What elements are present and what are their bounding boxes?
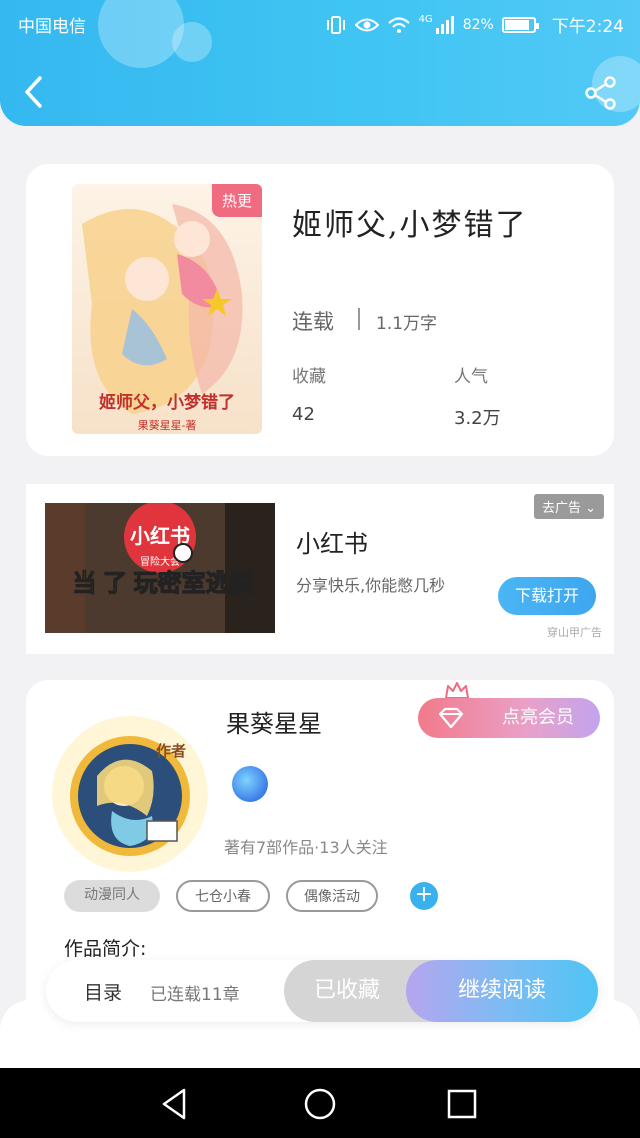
ad-download-button[interactable]: 下载打开: [498, 577, 596, 615]
nav-home-icon[interactable]: [302, 1086, 338, 1122]
nav-back-icon[interactable]: [158, 1086, 194, 1122]
popularity-label: 人气: [454, 367, 488, 387]
continue-reading-button[interactable]: 继续阅读: [406, 960, 598, 1022]
catalog-button[interactable]: 目录: [84, 978, 122, 1005]
author-level-badge: [232, 766, 268, 802]
share-icon[interactable]: [584, 76, 618, 110]
ad-illustration: 小红书 冒险大会 当 了 玩密室逃脱: [45, 503, 275, 633]
ad-source-label: 穿山甲广告: [547, 626, 602, 639]
ad-image-text: 当 了 玩密室逃脱: [72, 569, 253, 597]
catalog-progress[interactable]: 已连载11章: [150, 980, 240, 1005]
battery-icon: [501, 16, 539, 33]
status-time: 下午2:24: [551, 17, 624, 37]
carrier-label: 中国电信: [18, 17, 86, 37]
nav-recent-icon[interactable]: [444, 1086, 480, 1122]
wifi-icon: [387, 16, 410, 33]
cover-author-text: 果葵星星-著: [138, 418, 197, 432]
status-bar: 中国电信 4G 82% 下午2:24: [0, 10, 640, 37]
author-name: 果葵星星: [226, 710, 322, 738]
tag-item[interactable]: 偶像活动: [286, 880, 378, 912]
book-info-card: 姬师父，小梦错了 果葵星星-著 热更 姬师父,小梦错了 连载 1.1万字 收藏 …: [26, 164, 614, 456]
hot-badge: 热更: [211, 184, 262, 217]
plus-icon: +: [414, 882, 434, 907]
diamond-icon: [438, 707, 464, 729]
add-tag-button[interactable]: +: [410, 882, 438, 910]
chevron-down-icon: ⌄: [585, 501, 596, 516]
vibrate-icon: [326, 15, 345, 34]
book-word-count: 1.1万字: [376, 314, 438, 334]
intro-label: 作品简介:: [64, 938, 147, 960]
author-works-info: 著有7部作品·13人关注: [224, 838, 388, 857]
eye-icon: [354, 18, 379, 31]
tag-item[interactable]: 动漫同人: [64, 880, 160, 912]
system-nav-bar: [0, 1068, 640, 1138]
cover-title-text: 姬师父，小梦错了: [99, 392, 235, 412]
back-icon[interactable]: [18, 72, 50, 112]
signal-icon: [435, 15, 454, 34]
network-type: 4G: [418, 14, 433, 25]
collect-label: 收藏: [292, 367, 326, 387]
action-bar: 目录 已连载11章 已收藏 继续阅读: [46, 960, 598, 1022]
status-icons: 4G 82% 下午2:24: [325, 12, 624, 37]
remove-ad-label: 去广告: [541, 501, 581, 516]
battery-percent: 82%: [462, 16, 494, 33]
crown-icon: [445, 682, 469, 699]
book-status: 连载: [292, 310, 334, 334]
status-divider: [358, 308, 360, 330]
author-avatar[interactable]: 作者: [52, 716, 208, 872]
book-title: 姬师父,小梦错了: [292, 208, 528, 243]
ad-title: 小红书: [296, 530, 368, 558]
ad-image[interactable]: 小红书 冒险大会 当 了 玩密室逃脱: [45, 503, 275, 633]
popularity-value: 3.2万: [454, 408, 501, 429]
tag-item[interactable]: 七仓小春: [176, 880, 270, 912]
book-cover[interactable]: 姬师父，小梦错了 果葵星星-著 热更: [72, 184, 262, 434]
collect-value: 42: [292, 404, 315, 425]
cover-illustration: 姬师父，小梦错了 果葵星星-著: [72, 184, 262, 434]
ad-card[interactable]: 小红书 冒险大会 当 了 玩密室逃脱 去广告 ⌄ 小红书 分享快乐,你能憋几秒 …: [26, 484, 614, 654]
header-bar: 中国电信 4G 82% 下午2:24: [0, 0, 640, 126]
remove-ad-button[interactable]: 去广告 ⌄: [533, 494, 604, 519]
vip-label: 点亮会员: [502, 707, 574, 728]
author-avatar-badge: 作者: [156, 742, 186, 760]
activate-vip-button[interactable]: 点亮会员: [418, 698, 600, 738]
avatar-illustration: 作者: [52, 716, 208, 872]
ad-description: 分享快乐,你能憋几秒: [296, 576, 446, 595]
